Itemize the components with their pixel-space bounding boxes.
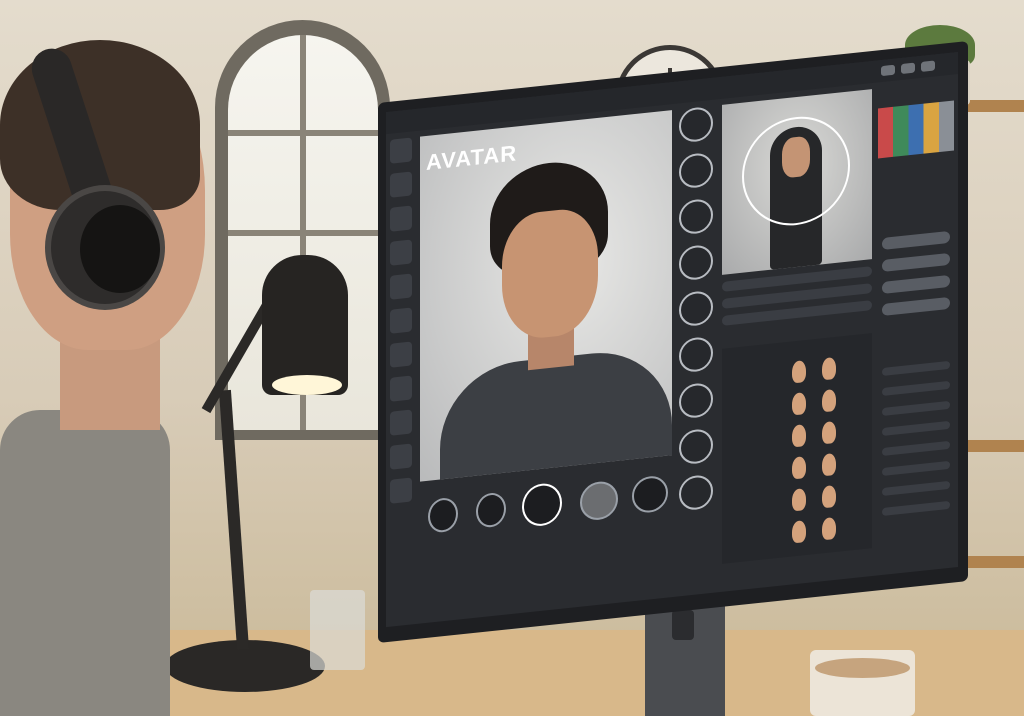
wall-shelf: [962, 440, 1024, 452]
nose-icon[interactable]: [679, 243, 713, 282]
tool-button[interactable]: [390, 443, 412, 470]
tool-button[interactable]: [390, 239, 412, 266]
head-variant[interactable]: [792, 456, 806, 480]
list-row[interactable]: [882, 500, 950, 517]
list-row[interactable]: [882, 480, 950, 497]
option-button[interactable]: [882, 274, 950, 295]
preview-focus-ring: [742, 111, 850, 231]
list-row[interactable]: [882, 460, 950, 477]
adjustment-sliders: [722, 266, 872, 342]
tool-button[interactable]: [390, 171, 412, 198]
pencil-cup: [310, 590, 365, 670]
head-variant[interactable]: [792, 520, 806, 544]
maximize-icon[interactable]: [901, 62, 915, 75]
head-variant[interactable]: [822, 452, 836, 477]
coffee: [815, 658, 910, 678]
head-variant[interactable]: [792, 488, 806, 512]
right-panel: [878, 80, 958, 568]
wall-shelf: [960, 556, 1024, 568]
head-variant[interactable]: [792, 424, 806, 448]
rotate-icon[interactable]: [476, 491, 506, 529]
option-button[interactable]: [882, 296, 950, 317]
head-variant[interactable]: [822, 516, 836, 541]
tool-button[interactable]: [390, 477, 412, 504]
hand-icon[interactable]: [679, 381, 713, 420]
list-row[interactable]: [882, 420, 950, 437]
head-variant[interactable]: [792, 360, 806, 384]
head-variants-grid: [722, 333, 872, 564]
wall-shelf: [965, 100, 1024, 112]
tool-button[interactable]: [390, 307, 412, 334]
head-variant[interactable]: [822, 420, 836, 445]
app-title: AVATAR: [426, 140, 518, 175]
head-variant[interactable]: [822, 356, 836, 381]
feature-column: [676, 105, 716, 539]
option-button[interactable]: [882, 230, 950, 251]
ear-icon[interactable]: [679, 197, 713, 236]
tool-button[interactable]: [390, 273, 412, 300]
head-variant[interactable]: [822, 388, 836, 413]
tool-button[interactable]: [390, 375, 412, 402]
list-row[interactable]: [882, 400, 950, 417]
color-palette[interactable]: [878, 100, 954, 159]
left-toolbar: [390, 137, 416, 520]
head-icon[interactable]: [679, 335, 713, 374]
list-row[interactable]: [882, 440, 950, 457]
head-variant[interactable]: [822, 484, 836, 509]
headphones-cushion: [80, 205, 160, 293]
minimize-icon[interactable]: [881, 64, 895, 77]
list-row[interactable]: [882, 360, 950, 377]
camera-icon[interactable]: [428, 496, 458, 534]
body-icon[interactable]: [679, 427, 713, 466]
window-mullion: [228, 230, 378, 236]
person-shirt: [0, 410, 170, 716]
monitor-stand-slot: [672, 610, 694, 640]
tool-button[interactable]: [390, 409, 412, 436]
desk-lamp-bulb: [272, 375, 342, 395]
option-button[interactable]: [882, 252, 950, 273]
window-mullion: [228, 130, 378, 136]
list-row[interactable]: [882, 380, 950, 397]
circle-icon[interactable]: [679, 151, 713, 190]
face-icon[interactable]: [580, 479, 618, 522]
close-icon[interactable]: [921, 60, 935, 72]
avatar-viewport[interactable]: AVATAR: [420, 110, 672, 482]
avatar-face: [502, 205, 598, 342]
settings-icon[interactable]: [632, 474, 668, 515]
monitor: AVATAR: [378, 40, 968, 643]
tool-button[interactable]: [390, 137, 412, 164]
window-controls: [878, 56, 948, 79]
eye-icon[interactable]: [679, 105, 713, 144]
full-body-preview[interactable]: [722, 89, 872, 275]
desk-lamp-head: [262, 255, 348, 395]
record-icon[interactable]: [522, 481, 562, 528]
head-variant[interactable]: [792, 392, 806, 416]
more-icon[interactable]: [679, 473, 713, 512]
monitor-screen: AVATAR: [386, 52, 958, 628]
tool-button[interactable]: [390, 341, 412, 368]
mouth-icon[interactable]: [679, 289, 713, 328]
tool-button[interactable]: [390, 205, 412, 232]
